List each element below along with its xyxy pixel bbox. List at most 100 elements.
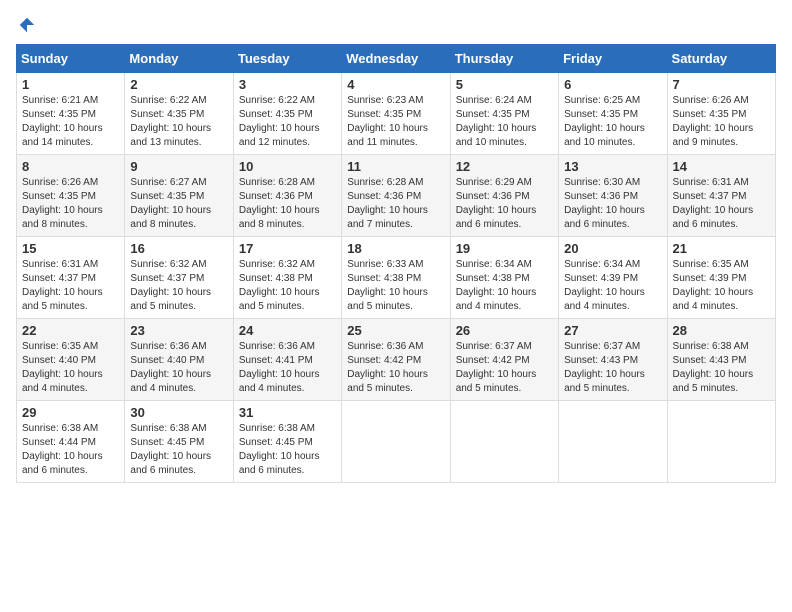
day-number: 27 [564, 323, 661, 338]
day-number: 21 [673, 241, 770, 256]
daylight-minutes: and 4 minutes. [239, 383, 305, 394]
day-info: Sunrise: 6:26 AM Sunset: 4:35 PM Dayligh… [673, 94, 770, 150]
calendar-cell: 29 Sunrise: 6:38 AM Sunset: 4:44 PM Dayl… [17, 401, 125, 483]
calendar-cell [667, 401, 775, 483]
sunset-label: Sunset: 4:45 PM [239, 437, 313, 448]
calendar-cell: 10 Sunrise: 6:28 AM Sunset: 4:36 PM Dayl… [233, 155, 341, 237]
day-info: Sunrise: 6:28 AM Sunset: 4:36 PM Dayligh… [239, 176, 336, 232]
day-number: 14 [673, 159, 770, 174]
calendar-cell: 13 Sunrise: 6:30 AM Sunset: 4:36 PM Dayl… [559, 155, 667, 237]
daylight-label: Daylight: 10 hours [22, 451, 103, 462]
sunrise-label: Sunrise: 6:27 AM [130, 177, 206, 188]
weekday-header-thursday: Thursday [450, 45, 558, 73]
sunrise-label: Sunrise: 6:36 AM [239, 341, 315, 352]
daylight-label: Daylight: 10 hours [673, 287, 754, 298]
day-info: Sunrise: 6:37 AM Sunset: 4:43 PM Dayligh… [564, 340, 661, 396]
sunset-label: Sunset: 4:43 PM [564, 355, 638, 366]
calendar-cell: 27 Sunrise: 6:37 AM Sunset: 4:43 PM Dayl… [559, 319, 667, 401]
sunset-label: Sunset: 4:35 PM [347, 109, 421, 120]
day-info: Sunrise: 6:28 AM Sunset: 4:36 PM Dayligh… [347, 176, 444, 232]
sunrise-label: Sunrise: 6:30 AM [564, 177, 640, 188]
daylight-label: Daylight: 10 hours [22, 287, 103, 298]
sunrise-label: Sunrise: 6:25 AM [564, 95, 640, 106]
daylight-label: Daylight: 10 hours [673, 123, 754, 134]
sunrise-label: Sunrise: 6:38 AM [239, 423, 315, 434]
calendar-cell: 11 Sunrise: 6:28 AM Sunset: 4:36 PM Dayl… [342, 155, 450, 237]
sunset-label: Sunset: 4:40 PM [22, 355, 96, 366]
day-info: Sunrise: 6:35 AM Sunset: 4:40 PM Dayligh… [22, 340, 119, 396]
calendar-cell: 22 Sunrise: 6:35 AM Sunset: 4:40 PM Dayl… [17, 319, 125, 401]
day-number: 11 [347, 159, 444, 174]
daylight-label: Daylight: 10 hours [22, 369, 103, 380]
daylight-label: Daylight: 10 hours [564, 123, 645, 134]
day-info: Sunrise: 6:35 AM Sunset: 4:39 PM Dayligh… [673, 258, 770, 314]
daylight-label: Daylight: 10 hours [239, 205, 320, 216]
daylight-minutes: and 6 minutes. [130, 465, 196, 476]
sunrise-label: Sunrise: 6:35 AM [22, 341, 98, 352]
sunrise-label: Sunrise: 6:22 AM [130, 95, 206, 106]
calendar-cell: 18 Sunrise: 6:33 AM Sunset: 4:38 PM Dayl… [342, 237, 450, 319]
sunrise-label: Sunrise: 6:23 AM [347, 95, 423, 106]
day-number: 8 [22, 159, 119, 174]
day-number: 4 [347, 77, 444, 92]
calendar-cell: 16 Sunrise: 6:32 AM Sunset: 4:37 PM Dayl… [125, 237, 233, 319]
sunrise-label: Sunrise: 6:34 AM [456, 259, 532, 270]
daylight-minutes: and 5 minutes. [564, 383, 630, 394]
daylight-minutes: and 5 minutes. [456, 383, 522, 394]
day-info: Sunrise: 6:23 AM Sunset: 4:35 PM Dayligh… [347, 94, 444, 150]
sunrise-label: Sunrise: 6:32 AM [130, 259, 206, 270]
sunset-label: Sunset: 4:40 PM [130, 355, 204, 366]
sunrise-label: Sunrise: 6:35 AM [673, 259, 749, 270]
sunset-label: Sunset: 4:37 PM [130, 273, 204, 284]
sunset-label: Sunset: 4:35 PM [130, 191, 204, 202]
daylight-minutes: and 5 minutes. [347, 301, 413, 312]
daylight-label: Daylight: 10 hours [564, 205, 645, 216]
daylight-minutes: and 5 minutes. [239, 301, 305, 312]
calendar-cell: 3 Sunrise: 6:22 AM Sunset: 4:35 PM Dayli… [233, 73, 341, 155]
sunset-label: Sunset: 4:42 PM [456, 355, 530, 366]
daylight-minutes: and 8 minutes. [22, 219, 88, 230]
day-number: 10 [239, 159, 336, 174]
day-number: 18 [347, 241, 444, 256]
day-info: Sunrise: 6:36 AM Sunset: 4:40 PM Dayligh… [130, 340, 227, 396]
daylight-label: Daylight: 10 hours [130, 205, 211, 216]
day-info: Sunrise: 6:30 AM Sunset: 4:36 PM Dayligh… [564, 176, 661, 232]
calendar-cell: 6 Sunrise: 6:25 AM Sunset: 4:35 PM Dayli… [559, 73, 667, 155]
day-info: Sunrise: 6:22 AM Sunset: 4:35 PM Dayligh… [239, 94, 336, 150]
weekday-header-wednesday: Wednesday [342, 45, 450, 73]
sunrise-label: Sunrise: 6:34 AM [564, 259, 640, 270]
day-info: Sunrise: 6:29 AM Sunset: 4:36 PM Dayligh… [456, 176, 553, 232]
day-number: 19 [456, 241, 553, 256]
sunrise-label: Sunrise: 6:29 AM [456, 177, 532, 188]
daylight-label: Daylight: 10 hours [22, 205, 103, 216]
sunset-label: Sunset: 4:42 PM [347, 355, 421, 366]
daylight-label: Daylight: 10 hours [456, 287, 537, 298]
daylight-label: Daylight: 10 hours [456, 205, 537, 216]
daylight-minutes: and 5 minutes. [22, 301, 88, 312]
calendar-cell: 21 Sunrise: 6:35 AM Sunset: 4:39 PM Dayl… [667, 237, 775, 319]
daylight-minutes: and 7 minutes. [347, 219, 413, 230]
sunset-label: Sunset: 4:39 PM [564, 273, 638, 284]
calendar-cell: 28 Sunrise: 6:38 AM Sunset: 4:43 PM Dayl… [667, 319, 775, 401]
daylight-label: Daylight: 10 hours [673, 369, 754, 380]
daylight-minutes: and 6 minutes. [22, 465, 88, 476]
sunset-label: Sunset: 4:38 PM [456, 273, 530, 284]
weekday-header-saturday: Saturday [667, 45, 775, 73]
daylight-label: Daylight: 10 hours [239, 451, 320, 462]
sunset-label: Sunset: 4:38 PM [347, 273, 421, 284]
day-number: 12 [456, 159, 553, 174]
sunset-label: Sunset: 4:37 PM [673, 191, 747, 202]
calendar-cell: 25 Sunrise: 6:36 AM Sunset: 4:42 PM Dayl… [342, 319, 450, 401]
sunrise-label: Sunrise: 6:24 AM [456, 95, 532, 106]
daylight-minutes: and 4 minutes. [673, 301, 739, 312]
daylight-minutes: and 6 minutes. [456, 219, 522, 230]
sunrise-label: Sunrise: 6:38 AM [130, 423, 206, 434]
day-number: 28 [673, 323, 770, 338]
day-info: Sunrise: 6:34 AM Sunset: 4:38 PM Dayligh… [456, 258, 553, 314]
day-info: Sunrise: 6:25 AM Sunset: 4:35 PM Dayligh… [564, 94, 661, 150]
day-info: Sunrise: 6:31 AM Sunset: 4:37 PM Dayligh… [22, 258, 119, 314]
day-number: 24 [239, 323, 336, 338]
day-info: Sunrise: 6:33 AM Sunset: 4:38 PM Dayligh… [347, 258, 444, 314]
day-number: 13 [564, 159, 661, 174]
sunrise-label: Sunrise: 6:37 AM [564, 341, 640, 352]
